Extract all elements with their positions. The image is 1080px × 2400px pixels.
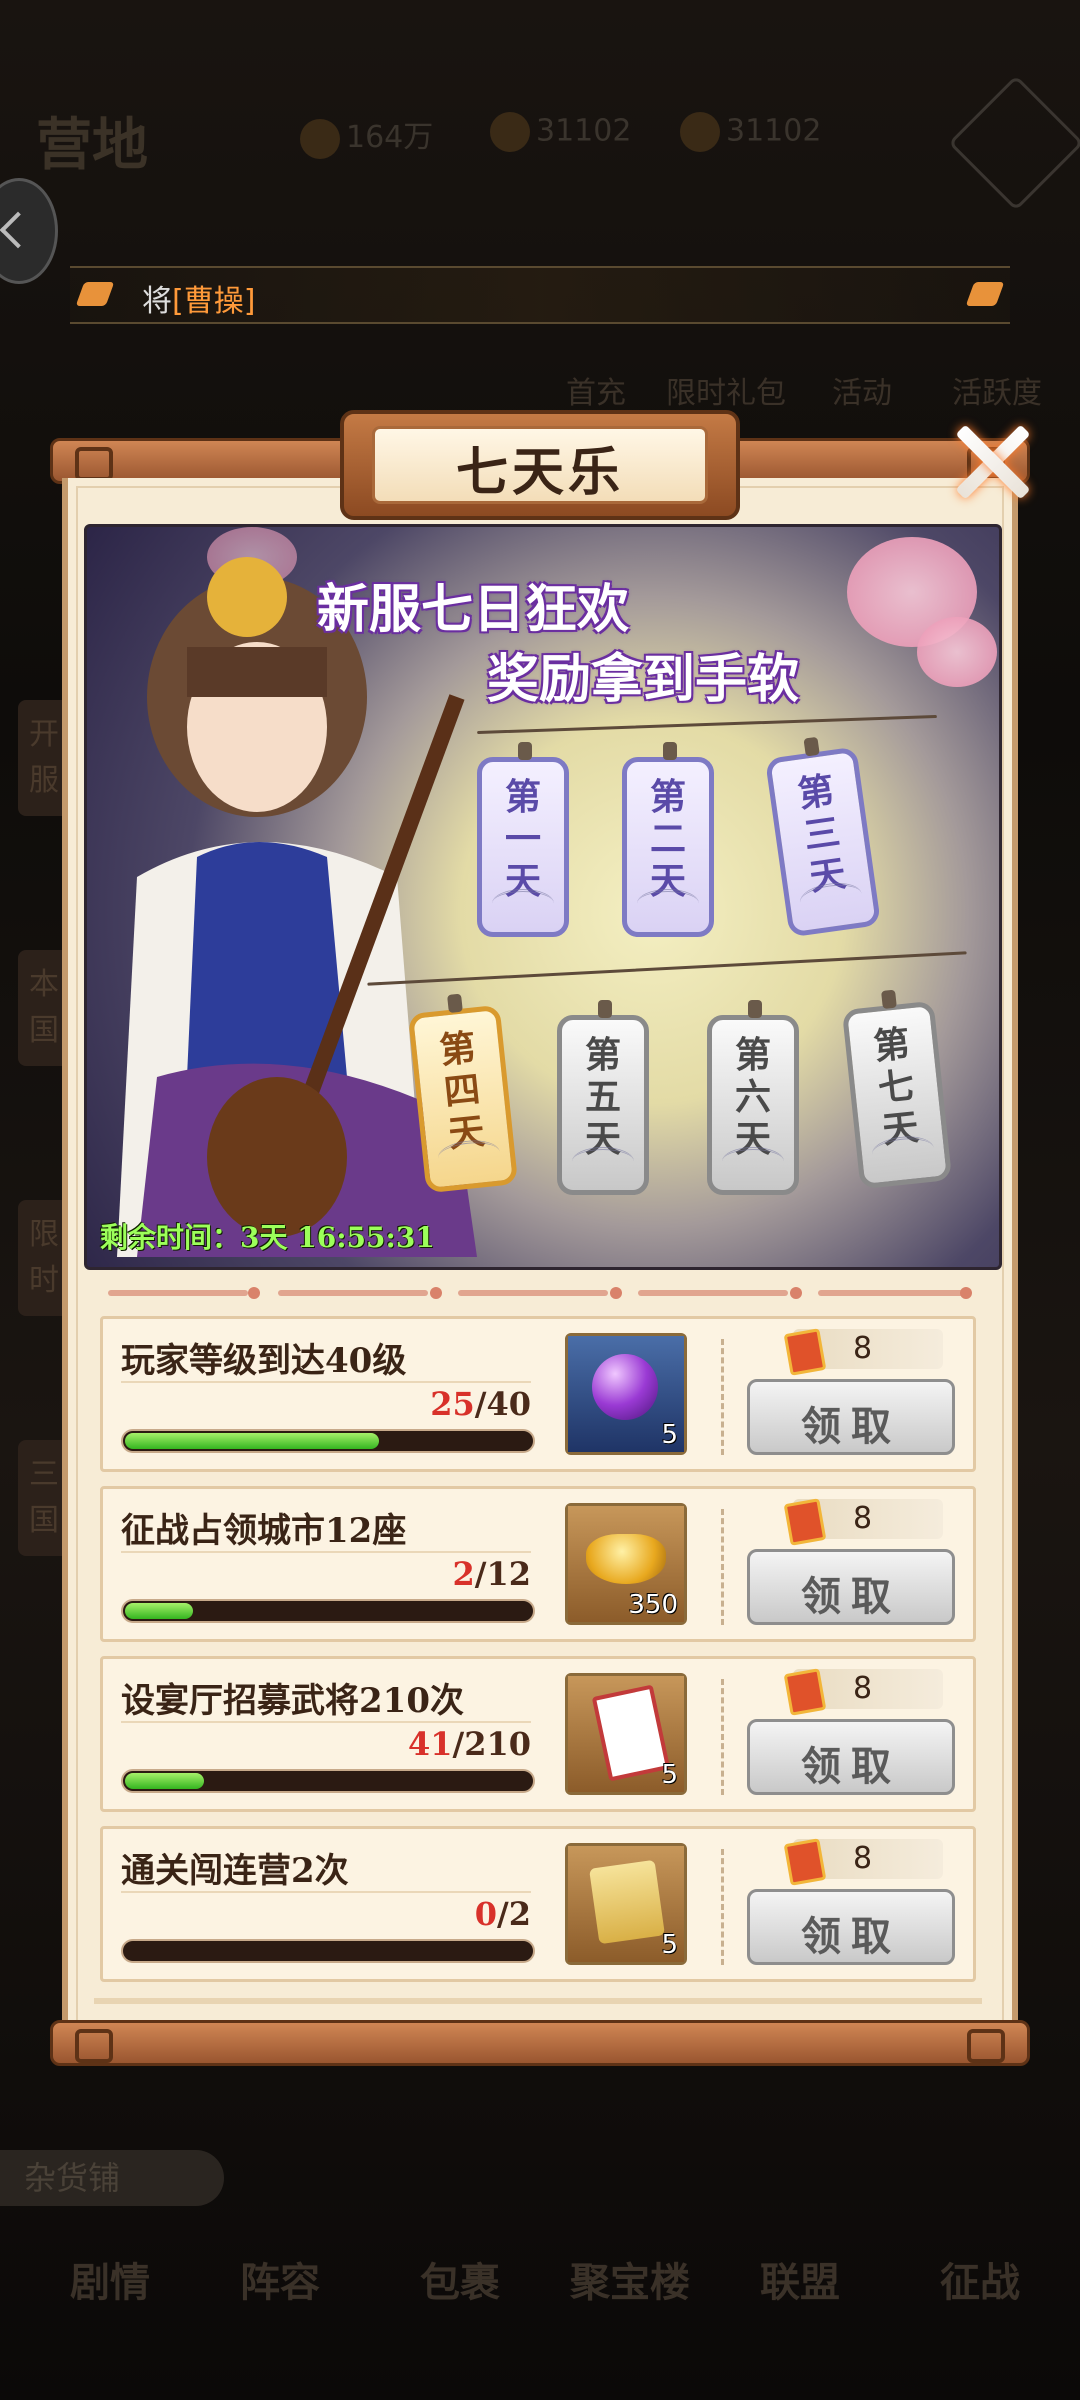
task-progress-bar (121, 1939, 535, 1963)
task-description: 通关闯连营2次 (121, 1851, 349, 1891)
event-banner: 新服七日狂欢 奖励拿到手软 第一天 第二天 第三天 第四天 第五天 第六天 第七… (84, 524, 1002, 1270)
string-top (477, 714, 937, 735)
day-tag-1[interactable]: 第一天 (477, 742, 569, 937)
menu-activity[interactable]: 活动 (832, 368, 892, 412)
resource-food: 31102 (490, 112, 631, 152)
left-diamond-icon (75, 282, 115, 306)
reward-points: 8 (783, 1838, 943, 1886)
task-count: 2/12 (452, 1555, 531, 1593)
day-tag-3[interactable]: 第三天 (764, 736, 882, 938)
right-diamond-icon (965, 282, 1005, 306)
day-tag-2[interactable]: 第二天 (622, 742, 714, 937)
menu-limited-gift[interactable]: 限时礼包 (666, 368, 786, 412)
reward-item[interactable]: 350 (565, 1503, 687, 1625)
task-row: 征战占领城市12座 2/12 350 8 领取 (100, 1486, 976, 1642)
task-row: 通关闯连营2次 0/2 5 8 领取 (100, 1826, 976, 1982)
day-tag-6[interactable]: 第六天 (707, 1000, 799, 1195)
claim-button[interactable]: 领取 (747, 1719, 955, 1795)
task-progress-bar (121, 1429, 535, 1453)
task-count: 25/40 (430, 1385, 531, 1423)
nav-alliance[interactable]: 联盟 (760, 2250, 840, 2308)
food-icon (490, 112, 530, 152)
nav-lineup[interactable]: 阵容 (240, 2250, 320, 2308)
red-token-icon (783, 1838, 827, 1886)
task-row: 设宴厅招募武将210次 41/210 5 8 领取 (100, 1656, 976, 1812)
reward-points: 8 (783, 1668, 943, 1716)
day-tag-7[interactable]: 第七天 (841, 989, 953, 1190)
nav-bag[interactable]: 包裹 (420, 2250, 500, 2308)
reward-points: 8 (783, 1498, 943, 1546)
list-bottom-edge (94, 1998, 982, 2004)
remaining-time: 剩余时间：3天 16:55:31 (100, 1221, 435, 1254)
panel-title-plaque: 七天乐 (340, 410, 740, 520)
claim-button[interactable]: 领取 (747, 1549, 955, 1625)
announcement-bar: 将[曹操] (70, 266, 1010, 324)
task-count: 41/210 (407, 1725, 531, 1763)
panel-bottom-bar (50, 2020, 1030, 2066)
red-token-icon (783, 1668, 827, 1716)
close-icon[interactable] (948, 418, 1036, 506)
task-progress-bar (121, 1769, 535, 1793)
nav-battle[interactable]: 征战 (940, 2250, 1020, 2308)
section-divider (98, 1286, 978, 1300)
nav-treasure[interactable]: 聚宝楼 (570, 2250, 690, 2308)
banner-headline-2: 奖励拿到手软 (487, 649, 800, 710)
reward-item[interactable]: 5 (565, 1673, 687, 1795)
task-row: 玩家等级到达40级 25/40 5 8 领取 (100, 1316, 976, 1472)
coin-icon (300, 118, 340, 159)
day-tag-4[interactable]: 第四天 (407, 993, 519, 1194)
task-progress-bar (121, 1599, 535, 1623)
resource-gold: 164万 (300, 112, 433, 159)
claim-button[interactable]: 领取 (747, 1889, 955, 1965)
reward-points: 8 (783, 1328, 943, 1376)
claim-button[interactable]: 领取 (747, 1379, 955, 1455)
shop-label[interactable]: 杂货铺 (0, 2150, 224, 2206)
panel-title: 七天乐 (455, 442, 624, 503)
task-count: 0/2 (474, 1895, 531, 1933)
reward-item[interactable]: 5 (565, 1333, 687, 1455)
menu-first-recharge[interactable]: 首充 (566, 368, 626, 412)
task-description: 征战占领城市12座 (121, 1511, 407, 1551)
reward-item[interactable]: 5 (565, 1843, 687, 1965)
nav-story[interactable]: 剧情 (70, 2250, 150, 2308)
announcement-text: 将[曹操] (142, 284, 256, 319)
task-description: 玩家等级到达40级 (121, 1341, 407, 1381)
red-token-icon (783, 1328, 827, 1376)
banner-headline-1: 新服七日狂欢 (317, 579, 630, 640)
day-tag-5[interactable]: 第五天 (557, 1000, 649, 1195)
map-button[interactable] (948, 75, 1080, 211)
red-token-icon (783, 1498, 827, 1546)
resource-wood: 31102 (680, 112, 821, 152)
camp-title: 营地 (36, 112, 148, 178)
task-description: 设宴厅招募武将210次 (121, 1681, 464, 1721)
menu-activeness[interactable]: 活跃度 (952, 368, 1042, 412)
wood-icon (680, 112, 720, 152)
